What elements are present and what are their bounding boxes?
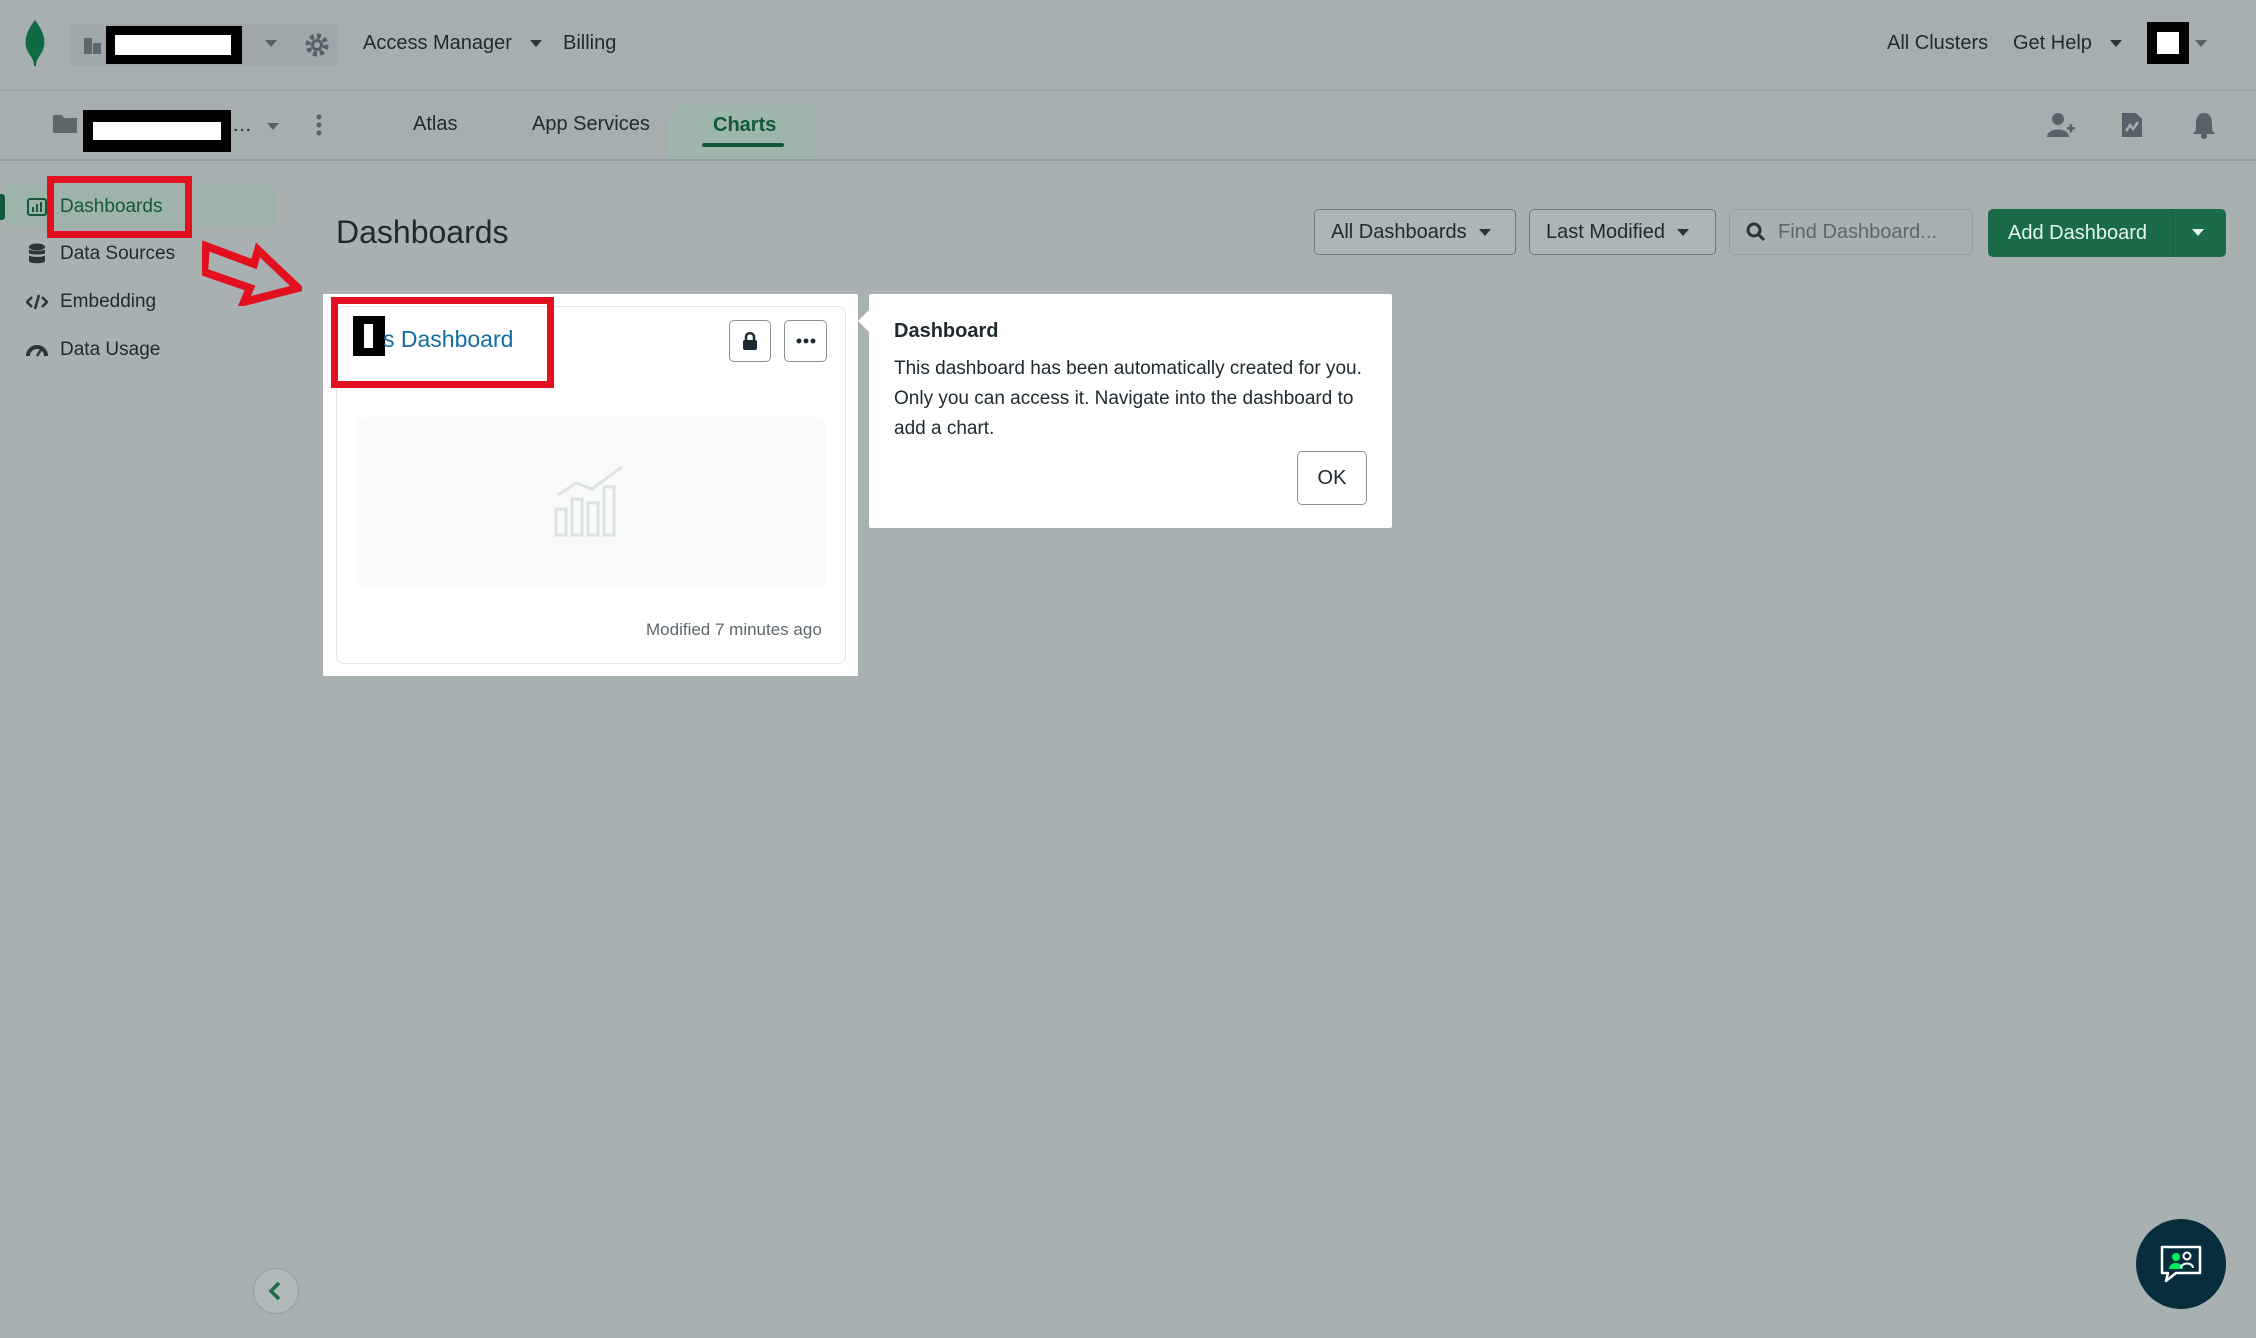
invite-user-icon[interactable] [2047,111,2075,139]
info-popover: Dashboard This dashboard has been automa… [869,294,1392,528]
collapse-sidebar-button[interactable] [253,1268,299,1314]
annotation-arrow-icon [199,222,306,308]
page-title: Dashboards [336,214,509,250]
chevron-down-icon[interactable] [2192,229,2204,236]
project-name-redacted[interactable] [83,110,231,152]
bell-icon[interactable] [2191,111,2217,139]
dashboard-filter-label: All Dashboards [1331,220,1467,243]
lock-button[interactable] [729,320,771,362]
active-nav-indicator [0,194,5,220]
activity-feed-icon[interactable] [2118,111,2146,139]
organization-name-redacted [106,26,242,64]
add-dashboard-button[interactable]: Add Dashboard [1988,209,2226,257]
sort-select[interactable]: Last Modified [1529,209,1716,255]
tab-app-services[interactable]: App Services [532,113,650,136]
access-manager-menu[interactable]: Access Manager [363,32,542,55]
sort-label: Last Modified [1546,220,1665,243]
search-input[interactable]: Find Dashboard... [1729,209,1973,255]
sidebar-item-data-sources[interactable]: Data Sources [26,236,175,272]
dashboard-modified-time: Modified 7 minutes ago [646,620,822,639]
tab-charts-underline [702,143,784,147]
chat-support-icon [2160,1245,2202,1283]
gear-icon[interactable] [303,31,331,59]
project-name-ellipsis: … [232,114,252,136]
gauge-icon [26,339,48,361]
sidebar-item-label: Data Usage [60,339,161,360]
access-manager-label: Access Manager [363,32,512,54]
chevron-down-icon[interactable] [265,40,277,47]
sidebar-item-data-usage[interactable]: Data Usage [26,332,160,368]
all-clusters-link[interactable]: All Clusters [1887,32,1988,55]
project-navigation-bar [0,91,2256,161]
lock-icon [743,332,757,350]
sidebar-item-label: Data Sources [60,243,176,264]
more-options-button[interactable] [784,320,827,362]
sidebar-item-embedding[interactable]: Embedding [26,284,156,320]
building-icon [83,35,103,55]
search-placeholder: Find Dashboard... [1778,220,1937,243]
annotation-highlight-dashboard-title [331,297,554,388]
project-chevron-down-icon[interactable] [267,123,279,130]
bar-chart-icon [26,196,48,218]
popover-body: This dashboard has been automatically cr… [894,358,1362,439]
add-dashboard-divider [2172,209,2173,257]
annotation-highlight-dashboards [47,176,192,238]
tab-charts[interactable]: Charts [713,114,776,137]
user-menu-chevron-icon[interactable] [2195,40,2207,47]
add-dashboard-label: Add Dashboard [2008,221,2147,244]
popover-ok-button[interactable]: OK [1297,451,1367,505]
code-icon [26,291,48,313]
get-help-menu[interactable]: Get Help [2013,32,2122,55]
support-chat-button[interactable] [2136,1219,2226,1309]
mongodb-leaf-logo[interactable] [22,20,48,66]
sidebar-item-label: Embedding [60,291,157,312]
user-avatar-redacted[interactable] [2147,22,2189,64]
tab-atlas[interactable]: Atlas [413,113,457,136]
folder-icon [53,113,77,133]
search-icon [1746,222,1766,242]
get-help-label: Get Help [2013,32,2092,54]
database-icon [26,243,48,265]
ellipsis-icon [796,338,815,344]
chart-placeholder-icon [552,463,628,537]
chevron-left-icon [268,1281,281,1301]
billing-link[interactable]: Billing [563,32,616,55]
popover-title: Dashboard [894,320,999,342]
dashboard-filter-select[interactable]: All Dashboards [1314,209,1516,255]
more-vertical-icon[interactable] [315,113,323,137]
